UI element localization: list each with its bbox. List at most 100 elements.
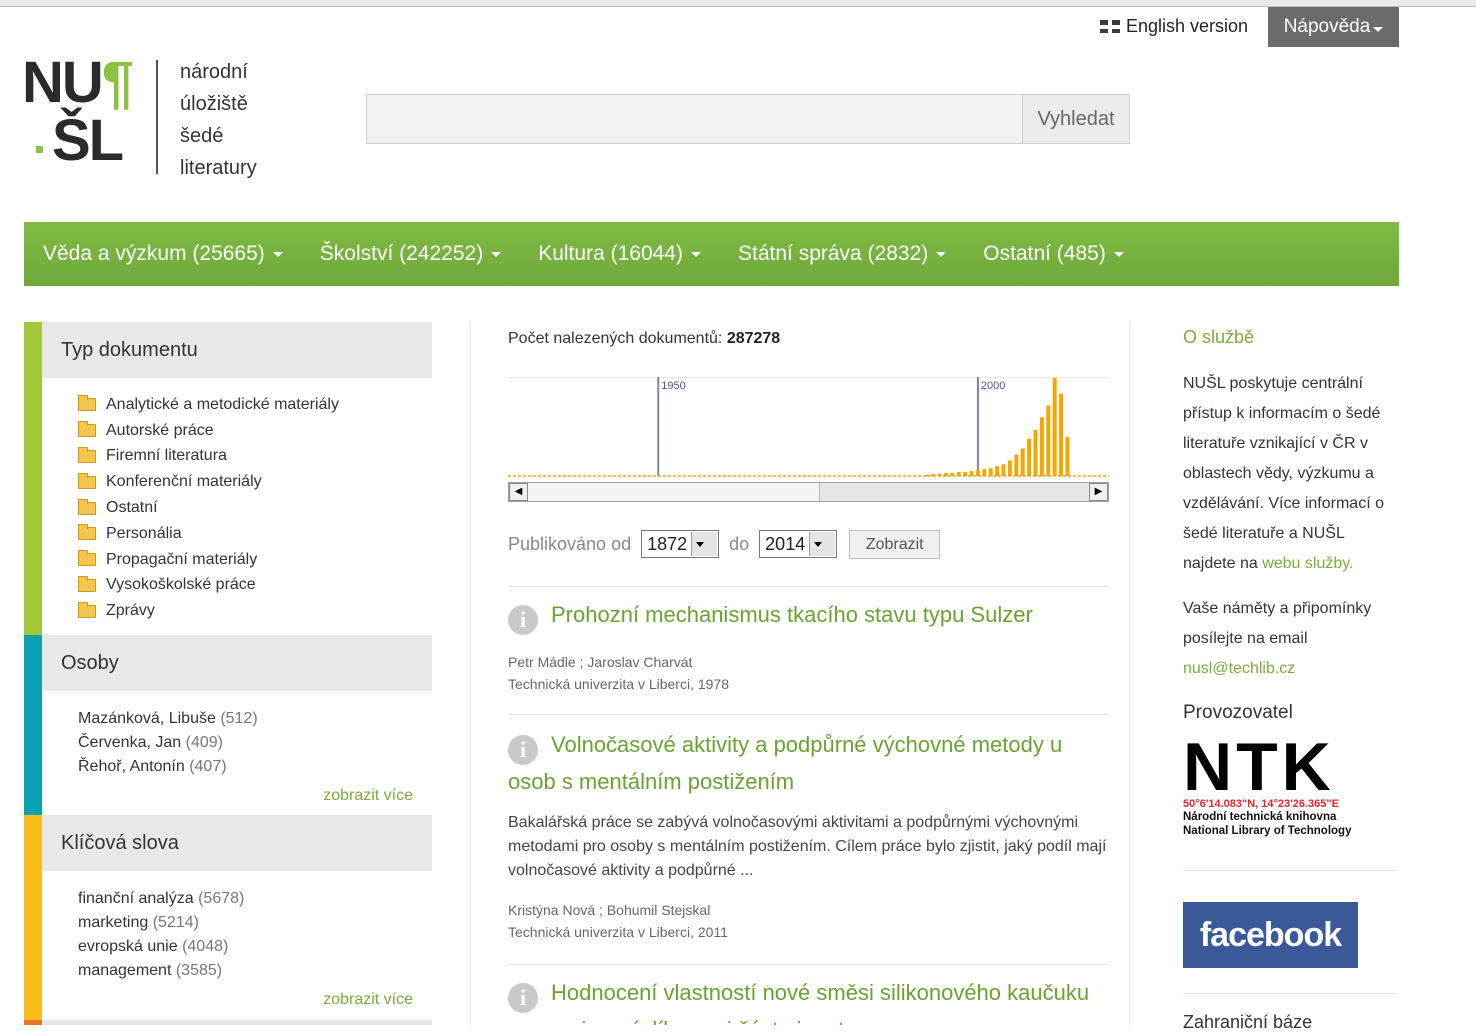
histogram-bar[interactable] xyxy=(1059,393,1064,476)
histogram-bar[interactable] xyxy=(975,470,980,476)
person-item[interactable]: Červenka, Jan (409) xyxy=(78,731,432,755)
histogram-bar[interactable] xyxy=(1065,436,1070,476)
doc-type-item[interactable]: Zprávy xyxy=(78,598,432,624)
doc-type-label: Propagační materiály xyxy=(106,550,258,568)
histogram-bar[interactable] xyxy=(931,474,936,476)
facebook-link[interactable]: facebook xyxy=(1183,902,1358,968)
email-link[interactable]: nusl@techlib.cz xyxy=(1183,660,1295,677)
to-label: do xyxy=(729,533,750,554)
histogram-bar[interactable] xyxy=(1007,460,1012,476)
search-bar: Vyhledat xyxy=(366,94,1130,144)
histogram-bar[interactable] xyxy=(950,473,955,476)
ntk-logo[interactable]: NTK 50°6'14.083"N, 14°23'26.365"E Národn… xyxy=(1183,733,1383,838)
year-to-select[interactable]: 2014 xyxy=(759,530,838,558)
keyword-item[interactable]: evropská unie (4048) xyxy=(78,935,432,959)
histogram-bar[interactable] xyxy=(988,468,993,476)
caret-down-icon xyxy=(690,251,701,257)
histogram-bar[interactable] xyxy=(1014,454,1019,476)
person-name: Červenka, Jan xyxy=(78,734,182,751)
caret-down-icon xyxy=(272,251,283,257)
keyword-item[interactable]: finanční analýza (5678) xyxy=(78,887,432,911)
doc-type-item[interactable]: Konferenční materiály xyxy=(78,469,432,495)
year-from-select[interactable]: 1872 xyxy=(641,530,720,558)
info-icon[interactable]: i xyxy=(508,605,538,635)
histogram-bar[interactable] xyxy=(1027,438,1032,476)
nav-education[interactable]: Školství (242252) xyxy=(320,242,502,266)
contact-body: Vaše náměty a připomínky posílejte na em… xyxy=(1183,600,1372,647)
result-title-link[interactable]: i Volnočasové aktivity a podpůrné výchovn… xyxy=(508,728,1109,799)
histogram-bar[interactable] xyxy=(943,473,948,476)
keyword-item[interactable]: management (3585) xyxy=(78,959,432,983)
nav-culture[interactable]: Kultura (16044) xyxy=(538,242,701,266)
person-item[interactable]: Mazánková, Libuše (512) xyxy=(78,707,432,731)
histogram-bar[interactable] xyxy=(963,472,968,476)
search-input[interactable] xyxy=(367,95,1021,143)
result-item: i Volnočasové aktivity a podpůrné výchovn… xyxy=(508,728,1109,943)
uk-flag-icon xyxy=(1100,20,1120,33)
keyword-item[interactable]: marketing (5214) xyxy=(78,911,432,935)
histogram-bar[interactable] xyxy=(982,469,987,476)
doc-type-item[interactable]: Personália xyxy=(78,521,432,547)
logo-line: literatury xyxy=(180,157,257,179)
doc-type-label: Analytické a metodické materiály xyxy=(106,395,339,413)
nav-state-administration[interactable]: Státní správa (2832) xyxy=(738,242,947,266)
result-item: i Hodnocení vlastností nové směsi silikon… xyxy=(508,976,1109,1025)
histogram-bar[interactable] xyxy=(937,474,942,476)
info-icon[interactable]: i xyxy=(508,735,538,765)
caret-down-icon xyxy=(491,251,502,257)
doc-type-item[interactable]: Propagační materiály xyxy=(78,547,432,573)
result-source: Technická univerzita v Liberci, 1978 xyxy=(508,676,730,692)
histogram-bar[interactable] xyxy=(1052,378,1057,476)
facet-keywords: Klíčová slova finanční analýza (5678) ma… xyxy=(24,815,432,1020)
info-icon[interactable]: i xyxy=(508,983,538,1013)
histogram-bar[interactable] xyxy=(1033,429,1038,476)
scroll-left-arrow-icon[interactable]: ◀ xyxy=(509,483,528,501)
show-range-button[interactable]: Zobrazit xyxy=(849,529,941,559)
scrollbar-thumb[interactable] xyxy=(528,483,820,501)
nusl-logo[interactable]: NU¶ ŠL národní úložiště šedé literatury xyxy=(22,54,272,180)
persons-show-more-link[interactable]: zobrazit více xyxy=(42,779,432,813)
result-title: Volnočasové aktivity a podpůrné výchovné… xyxy=(508,732,1063,794)
histogram-bar[interactable] xyxy=(1046,405,1051,476)
histogram-bar[interactable] xyxy=(956,472,961,476)
result-authors: Petr Mádle ; Jaroslav Charvát xyxy=(508,654,693,670)
search-button[interactable]: Vyhledat xyxy=(1022,95,1129,143)
window-top-edge xyxy=(0,0,1476,7)
english-version-link[interactable]: English version xyxy=(1100,16,1248,37)
help-dropdown-button[interactable]: Nápověda xyxy=(1268,7,1399,47)
doc-type-item[interactable]: Ostatní xyxy=(78,495,432,521)
doc-type-item[interactable]: Firemní literatura xyxy=(78,444,432,470)
doc-type-label: Ostatní xyxy=(106,499,158,517)
scroll-right-arrow-icon[interactable]: ▶ xyxy=(1089,483,1108,501)
logo-pilcrow: ¶ xyxy=(101,50,134,115)
doc-type-item[interactable]: Analytické a metodické materiály xyxy=(78,392,432,418)
doc-type-label: Zprávy xyxy=(106,602,155,620)
year-histogram[interactable]: 1950 2000 xyxy=(508,377,1109,477)
doc-type-item[interactable]: Vysokoškolské práce xyxy=(78,573,432,599)
year-marker-label: 2000 xyxy=(981,380,1005,392)
nav-science[interactable]: Věda a výzkum (25665) xyxy=(43,242,283,266)
histogram-bar[interactable] xyxy=(924,475,929,476)
folder-icon xyxy=(78,498,96,515)
logo-line: šedé xyxy=(180,125,224,147)
logo-text: národní úložiště šedé literatury xyxy=(180,56,257,184)
result-count: Počet nalezených dokumentů: 287278 xyxy=(508,330,780,348)
person-count: (407) xyxy=(189,758,227,775)
histogram-bar[interactable] xyxy=(969,471,974,476)
doc-type-item[interactable]: Autorské práce xyxy=(78,418,432,444)
histogram-scrollbar[interactable]: ◀ ▶ xyxy=(508,482,1109,502)
service-web-link[interactable]: webu služby. xyxy=(1262,555,1353,572)
histogram-bar[interactable] xyxy=(1020,448,1025,476)
chevron-down-icon xyxy=(1373,27,1384,32)
result-title-link[interactable]: i Prohozní mechanismus tkacího stavu typu… xyxy=(508,598,1109,635)
nav-other[interactable]: Ostatní (485) xyxy=(983,242,1124,266)
histogram-bar[interactable] xyxy=(1039,417,1044,476)
folder-icon xyxy=(78,472,96,489)
keyword-name: management xyxy=(78,962,172,979)
histogram-bar[interactable] xyxy=(1001,464,1006,476)
histogram-bar[interactable] xyxy=(995,466,1000,476)
result-title-link[interactable]: i Hodnocení vlastností nové směsi silikon… xyxy=(508,976,1109,1025)
person-item[interactable]: Řehoř, Antonín (407) xyxy=(78,755,432,779)
keywords-show-more-link[interactable]: zobrazit více xyxy=(42,983,432,1017)
nav-label: Kultura (16044) xyxy=(538,242,683,265)
